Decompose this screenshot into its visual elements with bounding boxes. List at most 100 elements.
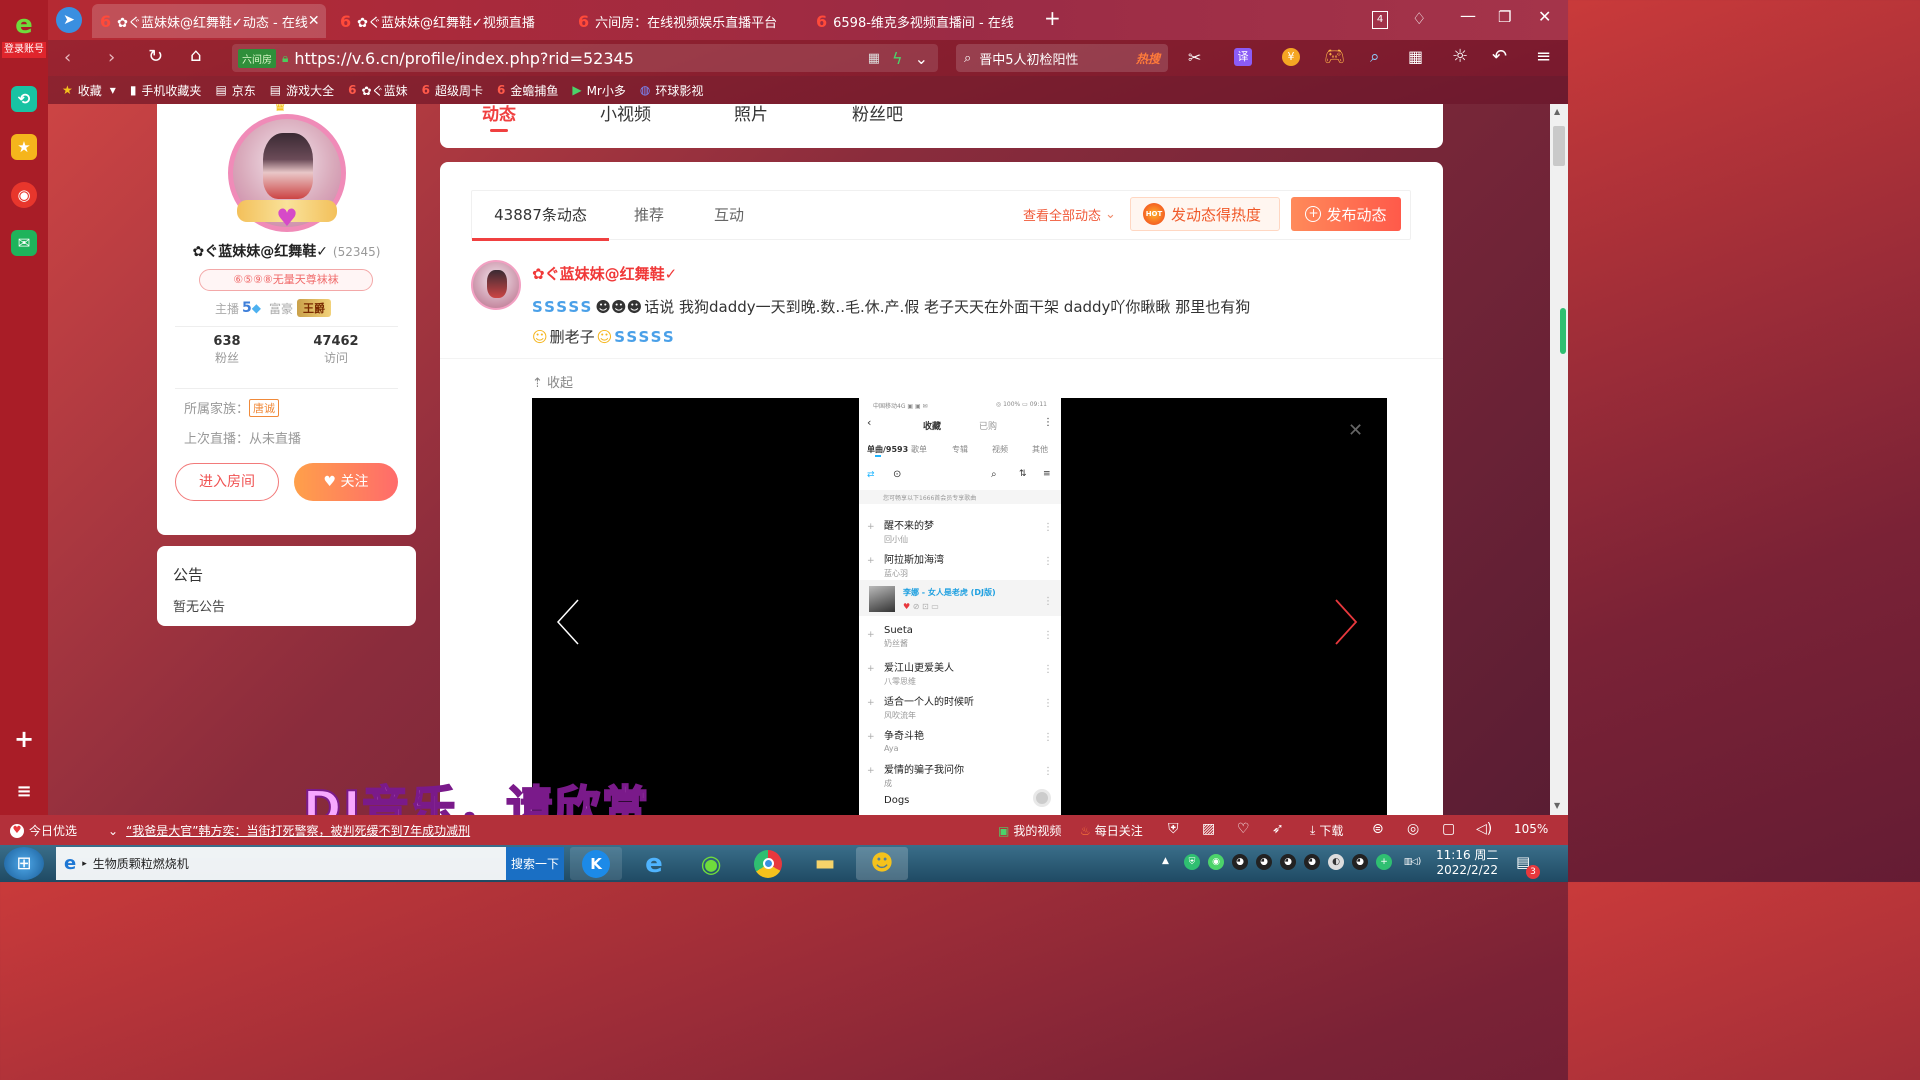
tray-qq-icon[interactable]: ◕ [1232,854,1248,870]
tray-security-icon[interactable]: ⛨ [1184,854,1200,870]
download-button[interactable]: ⤓ 下载 [1310,822,1343,839]
tray-360-icon[interactable]: ◉ [1208,854,1224,870]
publish-button[interactable]: + 发布动态 [1291,197,1401,231]
main-menu-icon[interactable]: ≡ [1536,46,1551,67]
new-tab-button[interactable]: + [1044,6,1061,30]
tray-app-icon[interactable]: ◐ [1328,854,1344,870]
weibo-icon[interactable]: ◉ [11,182,37,208]
hot-post-button[interactable]: HOT 发动态得热度 [1130,197,1280,231]
vertical-scrollbar[interactable]: ▲ ▼ [1550,104,1568,815]
tray-add-icon[interactable]: + [1376,854,1392,870]
add-icon[interactable]: + [11,725,37,753]
tray-volume-icon[interactable]: ◁) [1408,854,1424,870]
favorites-star-icon[interactable]: ★ [11,134,37,160]
prev-image-arrow[interactable] [556,598,582,646]
view-all-dropdown[interactable]: 查看全部动态 ⌄ [1023,205,1116,224]
window-icon[interactable]: ▢ [1442,821,1455,837]
zoom-level[interactable]: 105% [1514,822,1548,836]
collapse-link[interactable]: ⇡ 收起 [532,372,573,391]
family-badge[interactable]: 唐诚 [249,398,280,417]
menu-list-icon[interactable]: ≡ [11,778,37,804]
rocket-icon[interactable]: ➶ [1272,821,1284,837]
bookmark-mr-xiaoduo[interactable]: ▶ Mr小多 [572,82,626,99]
apps-grid-icon[interactable]: ▦ [1408,47,1423,66]
scroll-down-icon[interactable]: ▼ [1554,801,1560,810]
tray-qq-icon[interactable]: ◕ [1256,854,1272,870]
close-viewer-icon[interactable]: ✕ [1348,420,1363,441]
tray-expand-icon[interactable]: ▲ [1162,856,1169,866]
tray-qq-icon[interactable]: ◕ [1304,854,1320,870]
home-icon[interactable]: ⌂ [190,45,201,66]
hot-search-badge[interactable]: 热搜 [1136,50,1160,67]
close-window-icon[interactable]: ✕ [1538,7,1551,26]
bookmark-lanmeimei[interactable]: 6 ✿ぐ蓝妹 [348,82,407,99]
tab-profile[interactable]: 6 ✿ぐ蓝妹妹@红舞鞋✓动态 - 在线 ✕ [92,4,326,38]
tray-qq-icon[interactable]: ◕ [1352,854,1368,870]
minimize-icon[interactable]: — [1460,6,1476,25]
bookmark-jd[interactable]: ▤ 京东 [215,82,255,99]
restore-icon[interactable]: ❐ [1498,8,1511,26]
network-icon[interactable]: ◎ [1407,821,1419,837]
brightness-icon[interactable]: ☼ [1452,46,1468,67]
magnifier-icon[interactable]: ⌕ [1370,47,1380,67]
forward-icon[interactable]: › [108,47,115,68]
address-bar[interactable]: 六间房 🔒︎ https://v.6.cn/profile/index.php?… [232,44,938,72]
navigate-icon[interactable]: ➤ [56,7,82,33]
undo-icon[interactable]: ↶ [1492,46,1507,67]
chevron-down-icon[interactable]: ▾ [110,83,116,97]
scissors-icon[interactable]: ✂ [1188,48,1201,67]
post-author-avatar[interactable] [471,260,521,310]
next-image-arrow[interactable] [1332,598,1358,646]
tray-qq-icon[interactable]: ◕ [1280,854,1296,870]
speed-test-icon[interactable]: ⊜ [1372,821,1384,837]
qr-icon[interactable]: ▦ [868,51,880,66]
folder-icon[interactable]: ▬ [799,847,851,880]
fans-stat[interactable]: 638 粉丝 [197,334,257,366]
enter-room-button[interactable]: 进入房间 [175,463,279,501]
bookmark-global-video[interactable]: ◍ 环球影视 [640,82,704,99]
search-box[interactable]: ⌕ 晋中5人初检阳性 热搜 [956,44,1168,72]
feed-tab-recommend[interactable]: 推荐 [609,191,689,241]
post-author-name[interactable]: ✿ぐ蓝妹妹@红舞鞋✓ [532,263,677,284]
health-icon[interactable]: ♡ [1237,821,1250,837]
tab-short-videos[interactable]: 小视频 [600,104,651,125]
tab-fan-bar[interactable]: 粉丝吧 [852,104,903,125]
tab-dynamics[interactable]: 动态 [482,104,516,125]
bookmark-super-card[interactable]: 6 超级周卡 [422,82,483,99]
bookmark-favorites[interactable]: ★ 收藏 ▾ [62,82,116,99]
tab-room-6598[interactable]: 6 6598-维克多视频直播间 - 在线 [808,4,1038,38]
today-picks[interactable]: ♥ 今日优选 [10,822,77,839]
speed-icon[interactable]: ϟ [892,49,903,68]
plugin-icon[interactable]: ⟲ [11,86,37,112]
search-button[interactable]: 搜索一下 [506,847,564,880]
kugou-icon[interactable]: K [570,847,622,880]
feed-tab-all[interactable]: 43887条动态 [472,191,609,241]
media-app-icon[interactable]: ☻ [856,847,908,880]
coin-icon[interactable]: ¥ [1282,48,1300,66]
shield-icon[interactable]: ⛨ [1168,821,1179,837]
start-button[interactable]: ⊞ [4,847,44,880]
bookmark-fishing[interactable]: 6 金蟾捕鱼 [497,82,558,99]
clock[interactable]: 11:16 周二 2022/2/22 [1436,848,1498,878]
tab-homepage[interactable]: 6 六间房：在线视频娱乐直播平台 [570,4,800,38]
chrome-icon[interactable] [742,847,794,880]
translate-icon[interactable]: 译 [1234,48,1252,66]
fan-club-badge[interactable]: ⑥⑤⑨⑧无量天尊袜袜 [199,269,373,291]
browser-logo-icon[interactable]: e [11,10,37,40]
my-video-button[interactable]: ▣ 我的视频 [998,822,1061,839]
360-browser-icon[interactable]: ◉ [685,847,737,880]
side-handle[interactable] [1560,308,1566,354]
mail-icon[interactable]: ✉ [11,230,37,256]
volume-icon[interactable]: ◁) [1476,821,1492,837]
skin-icon[interactable]: ♢ [1412,9,1426,28]
image-icon[interactable]: ▨ [1202,821,1215,837]
tab-photos[interactable]: 照片 [734,104,768,125]
scroll-thumb[interactable] [1553,126,1565,166]
bookmark-games[interactable]: ▤ 游戏大全 [270,82,334,99]
ie-task-window[interactable]: e ▸ 生物质颗粒燃烧机 [56,847,506,880]
feed-tab-interact[interactable]: 互动 [689,191,769,241]
news-ticker[interactable]: ⌄ “我爸是大官”韩方奕：当街打死警察，被判死缓不到7年成功减刑 [108,822,492,839]
tab-count-icon[interactable]: 4 [1372,11,1388,29]
follow-button[interactable]: ♥ 关注 [294,463,398,501]
login-account-button[interactable]: 登录账号 [2,42,46,58]
